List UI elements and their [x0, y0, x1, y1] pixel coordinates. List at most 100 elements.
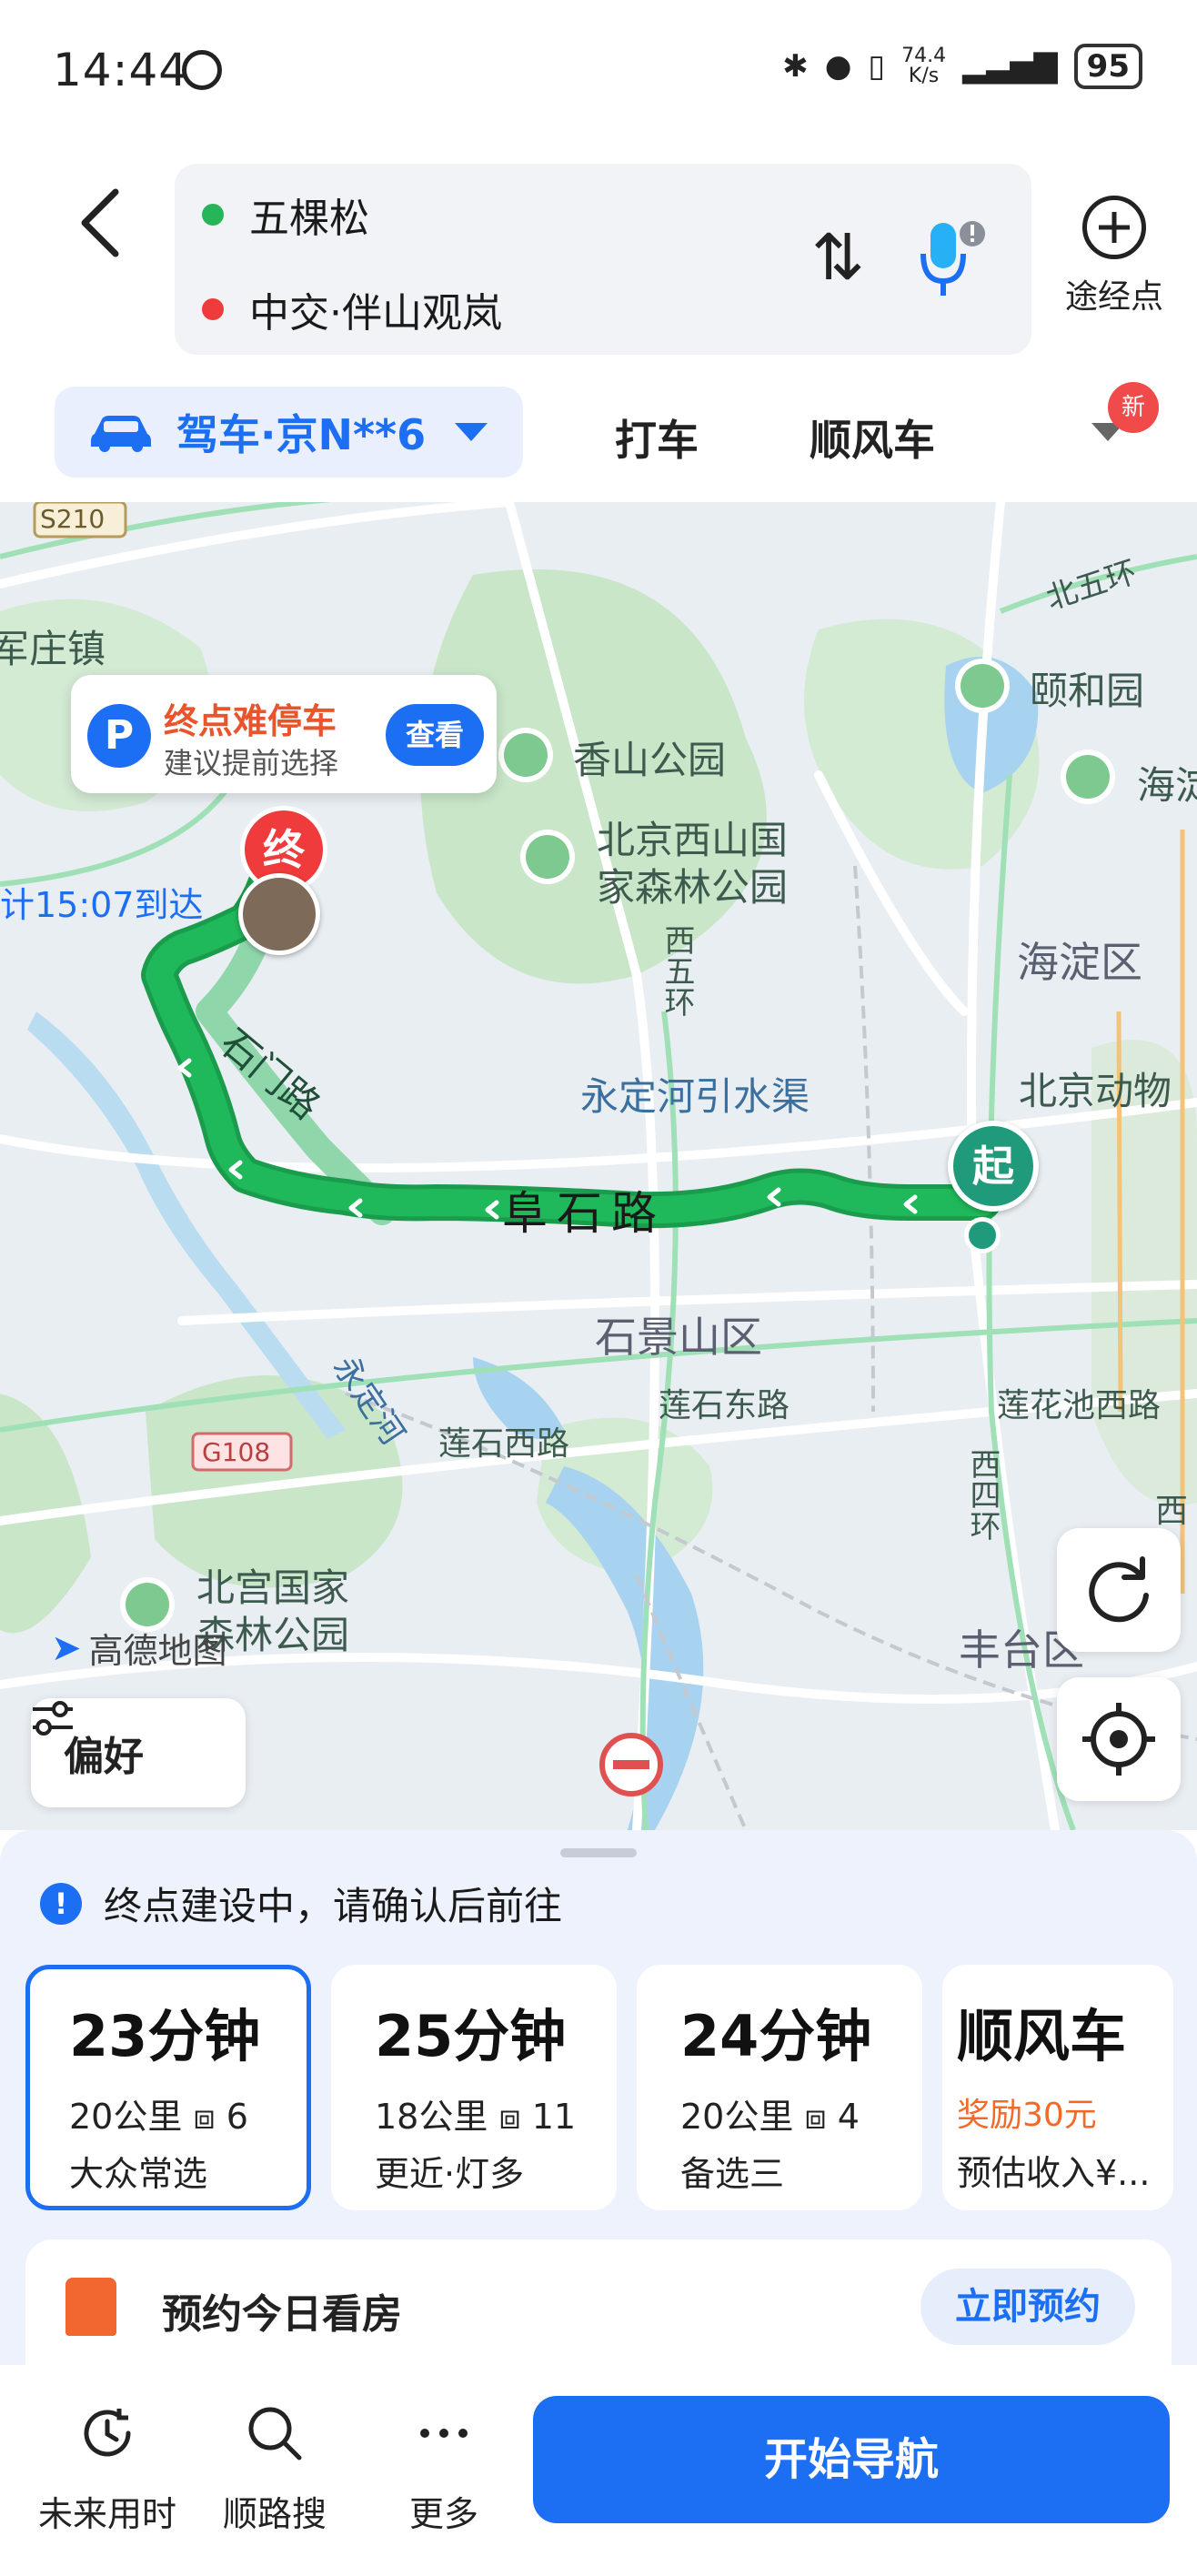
status-icons: ✱ ● ▯ 74.4 K/s ▂▃▅▇ 95: [782, 44, 1142, 89]
destination-row[interactable]: 中交·伴山观岚: [202, 280, 502, 338]
tab-taxi[interactable]: 打车: [615, 408, 699, 468]
map-label-haidian-edge: 海淀: [1137, 763, 1197, 808]
book-now-button[interactable]: 立即预约: [920, 2269, 1135, 2345]
map-view[interactable]: S210 G108 军庄镇 香山公园 北京西山国 家森林公园 颐和园 海淀 北五…: [0, 502, 1197, 1830]
road-shield-g108: G108: [202, 1437, 271, 1467]
future-time-button[interactable]: 未来用时: [35, 2401, 180, 2536]
map-label-xisihuan: 西四环: [964, 1448, 1001, 1541]
route-option-meta: 18公里 ⧈ 11: [375, 2097, 577, 2137]
more-dots-icon: [420, 2429, 468, 2438]
house-booking-card[interactable]: 预约今日看房 立即预约: [25, 2239, 1172, 2385]
origin-row[interactable]: 五棵松: [202, 186, 369, 244]
vibrate-icon: ▯: [868, 48, 886, 85]
route-option-meta: 20公里 ⧈ 6: [69, 2097, 248, 2137]
bottom-bar: 未来用时 顺路搜 更多 开始导航: [0, 2365, 1197, 2576]
more-label: 更多: [408, 2494, 478, 2534]
sliders-icon: [33, 1701, 73, 1736]
parking-subtitle: 建议提前选择: [164, 746, 339, 780]
tab-drive[interactable]: 驾车·京N**6: [55, 387, 523, 478]
chevron-down-icon: [455, 423, 488, 441]
preference-label: 偏好: [64, 1734, 144, 1780]
route-option-tag: 备选三: [680, 2154, 785, 2194]
status-time: 14:44: [53, 44, 189, 96]
parking-title: 终点难停车: [164, 701, 337, 741]
route-option-1[interactable]: 23分钟 20公里 ⧈ 6 大众常选: [25, 1965, 311, 2210]
road-shield-s210: S210: [40, 504, 106, 534]
map-label-xishan-2: 家森林公园: [597, 865, 789, 910]
route-option-3[interactable]: 24分钟 20公里 ⧈ 4 备选三: [637, 1965, 922, 2210]
more-button[interactable]: 更多: [371, 2401, 517, 2536]
carpool-income: 预估收入¥...: [957, 2153, 1151, 2193]
start-point-dot: [964, 1217, 1001, 1253]
new-badge: 新: [1108, 382, 1159, 433]
tab-drive-label: 驾车·京N**6: [176, 410, 427, 459]
destination-text: 中交·伴山观岚: [249, 290, 502, 337]
route-input-box: 五棵松 中交·伴山观岚 ⇅: [175, 164, 1031, 355]
route-option-time: 25分钟: [375, 2003, 567, 2069]
travel-mode-tabs: 驾车·京N**6 打车 顺风车 新: [0, 382, 1197, 500]
locate-button[interactable]: [1057, 1677, 1181, 1801]
route-option-2[interactable]: 25分钟 18公里 ⧈ 11 更近·灯多: [331, 1965, 617, 2210]
map-label-zoo: 北京动物: [1019, 1069, 1172, 1113]
avatar[interactable]: [238, 873, 320, 955]
map-label-lianshixi: 莲石西路: [438, 1425, 570, 1463]
swap-icon[interactable]: ⇅: [811, 220, 865, 295]
map-label-xiwuhuan: 西五环: [659, 924, 695, 1017]
plus-circle-icon: [1082, 196, 1146, 259]
destination-notice[interactable]: ! 终点建设中，请确认后前往: [40, 1876, 562, 1931]
map-label-fushi-road: 阜石路: [502, 1187, 666, 1240]
carpool-reward: 奖励30元: [957, 2097, 1097, 2134]
refresh-button[interactable]: [1057, 1528, 1181, 1652]
future-time-label: 未来用时: [37, 2494, 176, 2534]
house-title: 预约今日看房: [162, 2291, 402, 2338]
locate-icon: [1082, 1703, 1155, 1776]
add-waypoint-button[interactable]: 途经点: [1055, 196, 1173, 317]
info-icon: !: [40, 1882, 82, 1925]
destination-dot-icon: [202, 298, 224, 320]
route-search-button[interactable]: 顺路搜: [202, 2401, 347, 2536]
origin-text: 五棵松: [249, 196, 369, 242]
carpool-title: 顺风车: [957, 2003, 1127, 2069]
route-option-time: 23分钟: [69, 2003, 261, 2069]
start-marker[interactable]: 起: [948, 1121, 1039, 1212]
parking-icon: P: [87, 704, 151, 768]
location-icon: ●: [824, 48, 852, 85]
parking-warning-card[interactable]: P 终点难停车 建议提前选择 查看: [71, 675, 497, 793]
microphone-icon[interactable]: [916, 214, 989, 305]
route-option-meta: 20公里 ⧈ 4: [680, 2097, 860, 2137]
traffic-light-icon: ⧈: [804, 2097, 827, 2137]
start-navigation-button[interactable]: 开始导航: [533, 2396, 1170, 2523]
map-label-yongding-canal: 永定河引水渠: [580, 1074, 810, 1119]
tab-carpool[interactable]: 顺风车: [810, 408, 935, 468]
parking-view-button[interactable]: 查看: [386, 704, 484, 766]
car-icon: [91, 416, 151, 452]
gaode-logo: ➤ 高德地图: [51, 1626, 227, 1672]
map-label-lianshidong: 莲石东路: [659, 1387, 790, 1424]
traffic-light-icon: ⧈: [193, 2097, 216, 2137]
signal-icon: ▂▃▅▇: [962, 48, 1058, 85]
route-header: 五棵松 中交·伴山观岚 ⇅ 途经点: [0, 136, 1197, 382]
map-label-haidianqu: 海淀区: [1017, 938, 1142, 987]
route-search-label: 顺路搜: [222, 2494, 327, 2534]
carpool-option[interactable]: 顺风车 奖励30元 预估收入¥...: [942, 1965, 1173, 2210]
bluetooth-icon: ✱: [782, 48, 809, 85]
origin-dot-icon: [202, 204, 224, 226]
traffic-light-icon: ⧈: [498, 2097, 521, 2137]
battery-indicator: 95: [1073, 44, 1142, 89]
back-arrow-icon[interactable]: [68, 177, 132, 268]
route-option-time: 24分钟: [680, 2003, 872, 2069]
status-bar: 14:44 ✱ ● ▯ 74.4 K/s ▂▃▅▇ 95: [0, 0, 1197, 136]
preference-button[interactable]: 偏好: [31, 1698, 246, 1807]
map-label-xiangshan: 香山公园: [573, 738, 727, 782]
route-option-tag: 大众常选: [69, 2154, 208, 2194]
map-label-junzhuang: 军庄镇: [0, 627, 106, 671]
gaode-arrow-icon: ➤: [51, 1626, 82, 1669]
sheet-drag-handle[interactable]: [560, 1848, 637, 1857]
map-label-lianhuachi: 莲花池西路: [997, 1387, 1162, 1424]
house-icon: [65, 2278, 116, 2336]
clock-icon: [84, 2409, 131, 2457]
eta-label: 计15:07到达: [0, 885, 204, 925]
map-label-xi-edge: 西: [1155, 1493, 1189, 1530]
map-label-shijingshan: 石景山区: [595, 1313, 762, 1362]
waypoint-label: 途经点: [1064, 278, 1163, 316]
